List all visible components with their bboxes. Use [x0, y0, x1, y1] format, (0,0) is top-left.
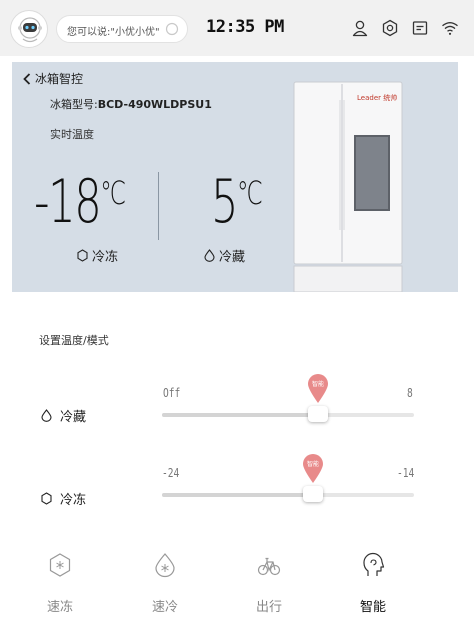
message-icon[interactable] — [411, 19, 429, 37]
robot-avatar-icon[interactable] — [10, 10, 48, 48]
freezer-slider-fill — [162, 493, 313, 497]
fridge-image — [293, 81, 403, 292]
refrigerator-zone-label: 冷藏 — [204, 246, 245, 265]
refrigerator-min-label: Off — [163, 386, 181, 400]
freezer-row-label: 冷冻 — [41, 489, 86, 508]
temperature-divider — [158, 172, 159, 240]
refrigerator-temp-unit: ℃ — [237, 174, 263, 212]
refrigerator-temp-value: 5 — [211, 167, 239, 237]
drop-icon — [204, 249, 215, 262]
brand-logo: Leader 统帅 — [357, 94, 398, 102]
search-placeholder: 您可以说:"小优小优" — [67, 27, 160, 38]
hexagon-icon — [41, 492, 52, 505]
model-number: BCD-490WLDPSU1 — [97, 98, 212, 111]
freezer-zone-label: 冷冻 — [77, 246, 118, 265]
settings-title: 设置温度/模式 — [39, 334, 109, 347]
back-button[interactable]: 冰箱智控 — [22, 70, 83, 87]
mode-quick-cool[interactable]: 速冷 — [135, 552, 195, 615]
freezer-min-label: -24 — [162, 466, 180, 480]
wifi-icon[interactable] — [441, 19, 459, 37]
realtime-temp-label: 实时温度 — [50, 128, 94, 141]
freezer-slider[interactable] — [162, 486, 414, 502]
mode-label: 速冻 — [46, 600, 73, 615]
freezer-temp-unit: ℃ — [100, 174, 127, 212]
top-bar: 您可以说:"小优小优" 12:35 PM — [0, 0, 474, 56]
freezer-max-label: -14 — [397, 466, 415, 480]
mode-label: 智能 — [359, 600, 386, 615]
model-prefix: 冰箱型号: — [50, 98, 98, 111]
freezer-slider-thumb[interactable] — [303, 486, 323, 502]
smart-head-icon — [363, 552, 385, 576]
refrigerator-max-label: 8 — [407, 386, 413, 400]
refrigerator-temperature: 5℃ — [211, 172, 263, 232]
drop-icon — [41, 409, 52, 422]
search-input[interactable]: 您可以说:"小优小优" — [56, 15, 188, 43]
mode-label: 速冷 — [151, 600, 178, 615]
refrigerator-smart-pin: 智能 — [307, 374, 329, 404]
drop-snowflake-icon — [155, 553, 175, 578]
search-icon[interactable] — [164, 21, 180, 37]
chevron-left-icon — [23, 72, 31, 85]
back-label: 冰箱智控 — [35, 72, 84, 86]
mode-travel[interactable]: 出行 — [239, 552, 299, 615]
refrigerator-slider-thumb[interactable] — [308, 406, 328, 422]
refrigerator-slider[interactable] — [162, 406, 414, 422]
freezer-smart-pin: 智能 — [302, 454, 324, 484]
bicycle-icon — [257, 557, 281, 576]
refrigerator-row-label: 冷藏 — [41, 406, 86, 425]
status-time: 12:35 PM — [206, 17, 284, 37]
hexagon-icon — [77, 249, 88, 262]
hexagon-snowflake-icon — [49, 553, 71, 577]
freezer-temp-value: -18 — [34, 167, 102, 237]
freezer-temperature: -18℃ — [34, 172, 126, 232]
settings-icon[interactable] — [381, 19, 399, 37]
user-icon[interactable] — [351, 19, 369, 37]
fridge-status-panel: 冰箱智控 冰箱型号:BCD-490WLDPSU1 实时温度 -18℃ 5℃ 冷冻… — [12, 62, 458, 292]
model-info: 冰箱型号:BCD-490WLDPSU1 — [50, 96, 212, 112]
mode-quick-freeze[interactable]: 速冻 — [30, 552, 90, 615]
mode-smart[interactable]: 智能 — [343, 552, 403, 615]
refrigerator-slider-fill — [162, 413, 318, 417]
mode-label: 出行 — [255, 600, 282, 615]
